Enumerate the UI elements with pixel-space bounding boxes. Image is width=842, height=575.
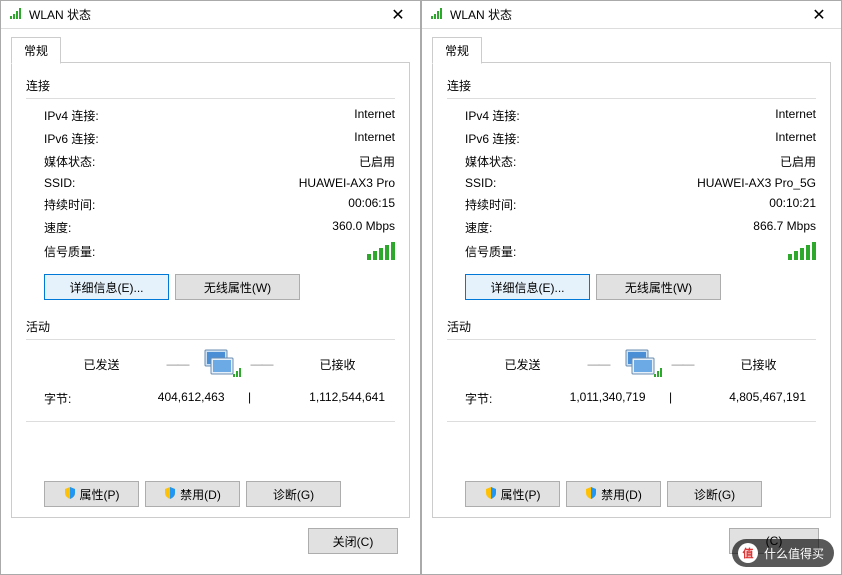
ssid-value: HUAWEI-AX3 Pro_5G [697,176,816,190]
wireless-properties-button[interactable]: 无线属性(W) [596,274,721,300]
media-value: 已启用 [359,153,395,170]
ipv6-value: Internet [354,130,395,147]
signal-label: 信号质量: [44,243,95,260]
details-button[interactable]: 详细信息(E)... [465,274,590,300]
signal-label: 信号质量: [465,243,516,260]
ipv4-value: Internet [775,107,816,124]
media-label: 媒体状态: [44,153,95,170]
section-activity: 活动 [447,318,816,335]
shield-icon [485,487,497,502]
ipv4-label: IPv4 连接: [44,107,99,124]
dash-icon: —— [588,357,610,371]
bytes-label: 字节: [465,390,525,407]
ipv6-label: IPv6 连接: [44,130,99,147]
ipv4-label: IPv4 连接: [465,107,520,124]
watermark-logo-icon: 值 [738,543,758,563]
dash-icon: —— [251,357,273,371]
wifi-icon [430,6,444,23]
wifi-icon [9,6,23,23]
bytes-recv: 1,112,544,641 [265,390,396,407]
duration-value: 00:06:15 [348,196,395,213]
duration-value: 00:10:21 [769,196,816,213]
tab-general[interactable]: 常规 [11,37,61,64]
section-activity: 活动 [26,318,395,335]
dialog-title: WLAN 状态 [29,6,378,23]
properties-button[interactable]: 属性(P) [44,481,139,507]
section-connection: 连接 [447,77,816,94]
computer-network-icon [199,348,241,380]
dialog-title: WLAN 状态 [450,6,799,23]
duration-label: 持续时间: [465,196,516,213]
close-dialog-button[interactable]: 关闭(C) [308,528,398,554]
diagnose-button[interactable]: 诊断(G) [667,481,762,507]
tab-row: 常规 [432,37,831,63]
shield-icon [585,487,597,502]
titlebar[interactable]: WLAN 状态 ✕ [1,1,420,29]
speed-value: 866.7 Mbps [753,219,816,236]
connection-details: IPv4 连接: Internet IPv6 连接: Internet 媒体状态: 已… [447,107,816,242]
close-button[interactable]: ✕ [378,1,418,29]
disable-button[interactable]: 禁用(D) [566,481,661,507]
tab-general[interactable]: 常规 [432,37,482,64]
section-connection: 连接 [26,77,395,94]
shield-icon [64,487,76,502]
sent-label: 已发送 [468,356,578,373]
recv-label: 已接收 [283,356,393,373]
media-value: 已启用 [780,153,816,170]
titlebar[interactable]: WLAN 状态 ✕ [422,1,841,29]
dash-icon: —— [167,357,189,371]
wlan-status-dialog-left: WLAN 状态 ✕ 常规 连接 IPv4 连接: Internet IPv6 连接… [0,0,421,575]
details-button[interactable]: 详细信息(E)... [44,274,169,300]
connection-details: IPv4 连接: Internet IPv6 连接: Internet 媒体状态: 已… [26,107,395,242]
speed-label: 速度: [465,219,492,236]
bytes-sent: 1,011,340,719 [525,390,656,407]
ssid-value: HUAWEI-AX3 Pro [299,176,395,190]
computer-network-icon [620,348,662,380]
shield-icon [164,487,176,502]
ssid-label: SSID: [465,176,496,190]
media-label: 媒体状态: [465,153,516,170]
duration-label: 持续时间: [44,196,95,213]
ipv6-value: Internet [775,130,816,147]
bytes-sent: 404,612,463 [104,390,235,407]
wireless-properties-button[interactable]: 无线属性(W) [175,274,300,300]
speed-label: 速度: [44,219,71,236]
speed-value: 360.0 Mbps [332,219,395,236]
ssid-label: SSID: [44,176,75,190]
watermark-text: 什么值得买 [764,545,824,562]
bytes-label: 字节: [44,390,104,407]
diagnose-button[interactable]: 诊断(G) [246,481,341,507]
properties-button[interactable]: 属性(P) [465,481,560,507]
tab-row: 常规 [11,37,410,63]
bytes-recv: 4,805,467,191 [686,390,817,407]
ipv4-value: Internet [354,107,395,124]
recv-label: 已接收 [704,356,814,373]
dash-icon: —— [672,357,694,371]
signal-bars-icon [367,242,395,260]
ipv6-label: IPv6 连接: [465,130,520,147]
close-button[interactable]: ✕ [799,1,839,29]
disable-button[interactable]: 禁用(D) [145,481,240,507]
sent-label: 已发送 [47,356,157,373]
signal-bars-icon [788,242,816,260]
wlan-status-dialog-right: WLAN 状态 ✕ 常规 连接 IPv4 连接: Internet IPv6 连接… [421,0,842,575]
watermark: 值 什么值得买 [732,539,834,567]
